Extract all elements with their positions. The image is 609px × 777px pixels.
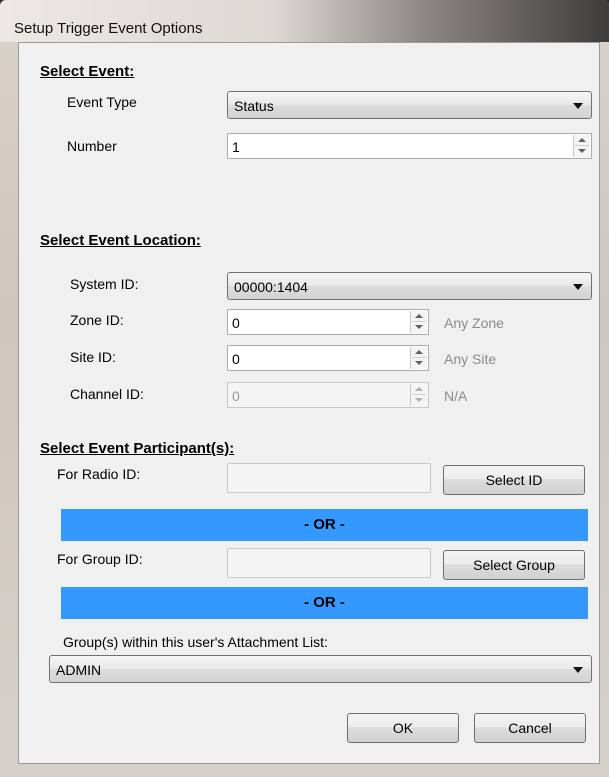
or-separator-1: - OR - [61, 509, 588, 541]
system-id-dropdown[interactable]: 00000:1404 [227, 272, 592, 300]
attachment-list-label: Group(s) within this user's Attachment L… [63, 634, 328, 650]
attachment-list-dropdown[interactable]: ADMIN [49, 655, 592, 683]
chevron-down-icon [573, 103, 583, 109]
event-type-label: Event Type [67, 94, 137, 110]
system-id-value: 00000:1404 [234, 279, 308, 295]
number-value: 1 [232, 139, 240, 155]
spin-down-icon[interactable] [578, 149, 586, 153]
site-id-label: Site ID: [70, 349, 116, 365]
number-stepper[interactable]: 1 [227, 133, 592, 159]
spin-down-icon[interactable] [415, 361, 423, 365]
dialog-window: Setup Trigger Event Options Select Event… [0, 0, 609, 777]
site-id-value: 0 [232, 351, 240, 367]
spin-down-icon [415, 398, 423, 402]
site-id-hint: Any Site [444, 351, 497, 367]
event-type-dropdown[interactable]: Status [227, 91, 592, 119]
zone-id-label: Zone ID: [70, 312, 124, 328]
zone-id-hint: Any Zone [444, 315, 504, 331]
site-id-spin-buttons[interactable] [410, 347, 427, 369]
window-title: Setup Trigger Event Options [14, 20, 203, 37]
event-type-value: Status [234, 98, 274, 114]
radio-id-label: For Radio ID: [57, 466, 141, 482]
number-spin-buttons[interactable] [573, 135, 590, 157]
select-event-participants-heading: Select Event Participant(s): [40, 440, 235, 457]
channel-id-label: Channel ID: [70, 386, 144, 402]
group-id-field [227, 548, 431, 578]
spin-up-icon[interactable] [415, 350, 423, 354]
number-label: Number [67, 138, 117, 154]
channel-id-value: 0 [232, 388, 240, 404]
chevron-down-icon [573, 284, 583, 290]
system-id-label: System ID: [70, 276, 139, 292]
spin-up-icon[interactable] [415, 314, 423, 318]
attachment-list-value: ADMIN [56, 662, 102, 678]
channel-id-stepper: 0 [227, 382, 429, 408]
chevron-down-icon [573, 667, 583, 673]
group-id-label: For Group ID: [57, 551, 143, 567]
select-event-location-heading: Select Event Location: [40, 232, 201, 249]
spin-up-icon [415, 387, 423, 391]
cancel-button[interactable]: Cancel [474, 713, 586, 743]
channel-id-hint: N/A [444, 388, 468, 404]
select-id-button[interactable]: Select ID [443, 465, 585, 495]
select-event-heading: Select Event: [40, 63, 135, 80]
or-separator-2: - OR - [61, 587, 588, 619]
title-bar[interactable]: Setup Trigger Event Options [0, 0, 609, 42]
spin-up-icon[interactable] [578, 138, 586, 142]
radio-id-field [227, 463, 431, 493]
dialog-body: Select Event: Event Type Status Number 1… [18, 42, 600, 764]
zone-id-stepper[interactable]: 0 [227, 309, 429, 335]
select-group-button[interactable]: Select Group [443, 550, 585, 580]
site-id-stepper[interactable]: 0 [227, 345, 429, 371]
zone-id-spin-buttons[interactable] [410, 311, 427, 333]
ok-button[interactable]: OK [347, 713, 459, 743]
zone-id-value: 0 [232, 315, 240, 331]
spin-down-icon[interactable] [415, 325, 423, 329]
channel-id-spin-buttons [410, 384, 427, 406]
